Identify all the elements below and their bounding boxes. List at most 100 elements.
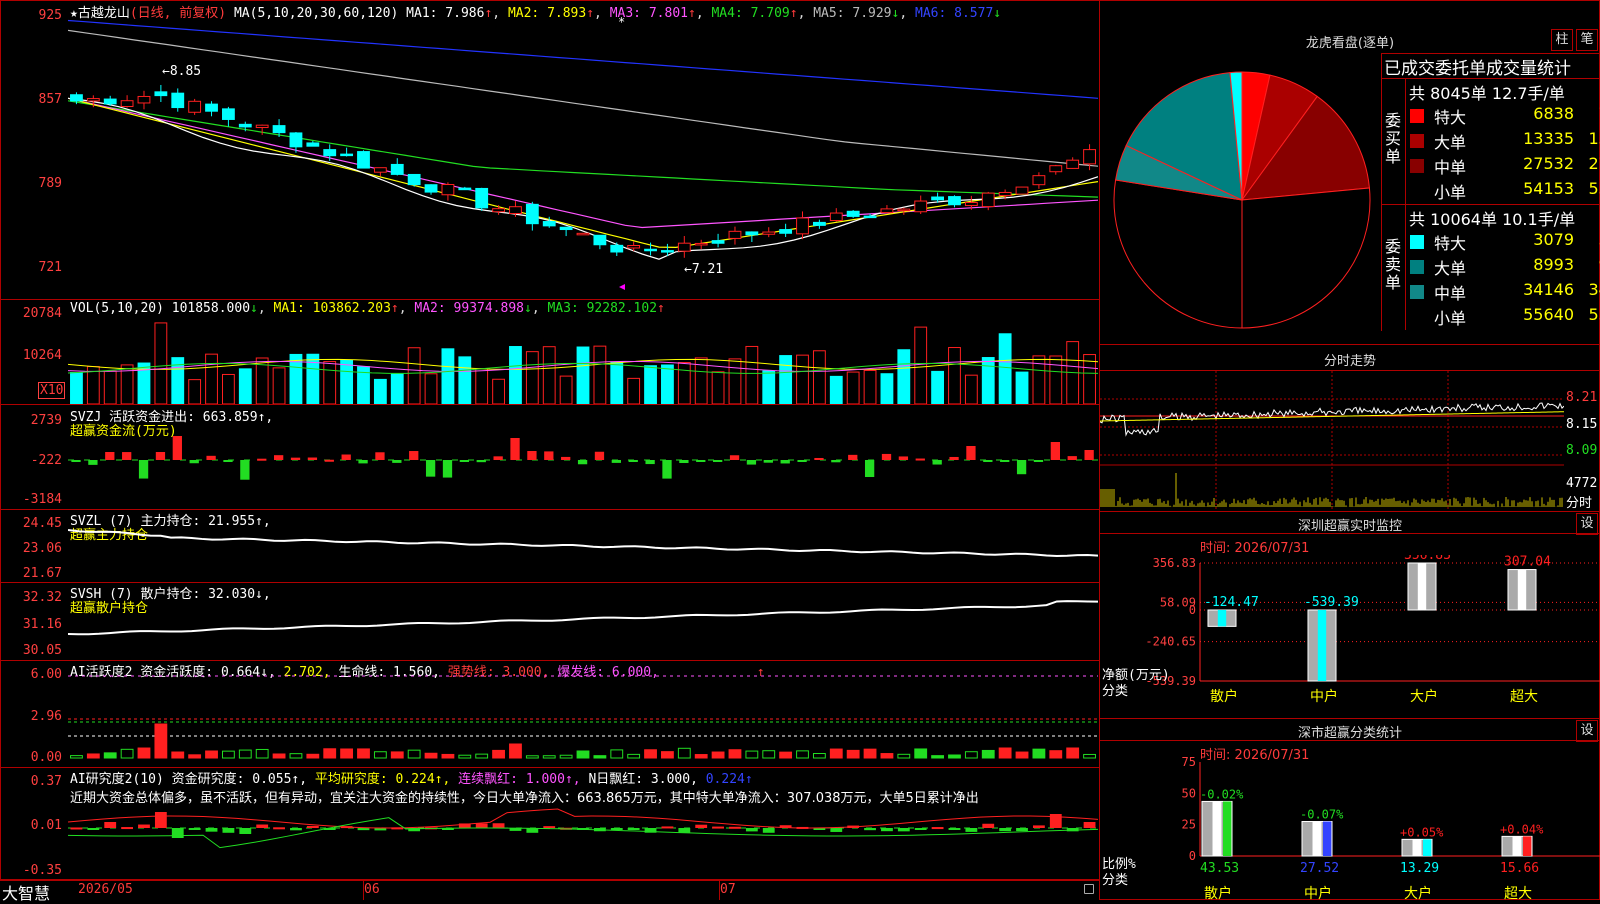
ai-research-header: AI研究度2(10) 资金研究度: 0.055↑, 平均研究度: 0.224↑,… [70, 768, 753, 787]
research-bar [965, 828, 978, 832]
volume-bar [222, 373, 235, 404]
bar-mode-button[interactable]: 柱 [1551, 29, 1573, 51]
row-pct: 9% [1578, 255, 1600, 274]
volume-bar [931, 370, 944, 404]
flow-bar [1084, 450, 1094, 460]
candle-body [70, 94, 83, 102]
date-label: 06 [364, 882, 380, 897]
sz-monitor-settings-button[interactable]: 设 [1576, 513, 1598, 535]
flow-bar [493, 456, 503, 460]
row-pct: 7% [1578, 104, 1600, 123]
flow-bar [729, 455, 740, 460]
sz-monitor-y-tick: 0 [1189, 603, 1196, 617]
candle-body [610, 244, 624, 253]
sz-monitor-bar [1307, 609, 1337, 682]
activity-bar [154, 723, 168, 759]
activity-bar [323, 748, 337, 759]
activity-bar [559, 754, 573, 759]
vol-arrow: ↓ [250, 301, 258, 316]
sz-class-y-tick: 0 [1189, 849, 1196, 863]
research-bar [171, 828, 184, 838]
activity-bar [424, 752, 438, 759]
candle-body [728, 230, 742, 239]
svzl-y-tick: 24.45 [22, 516, 62, 531]
activity-bar [1015, 751, 1029, 759]
activity-bar [644, 749, 657, 759]
candle-body [323, 149, 337, 157]
svzj-chart[interactable] [68, 436, 1098, 508]
svzl-line [68, 529, 1098, 557]
sz-class-change-label: -0.07% [1300, 808, 1344, 822]
row-name: 特大 [1434, 108, 1467, 127]
sz-class-bar [1301, 821, 1333, 857]
candle-body [981, 192, 995, 208]
sz-class-y-tick: 75 [1182, 756, 1196, 769]
sz-class-bar [1501, 835, 1533, 857]
vol-y-tick: 20784 [22, 306, 62, 321]
activity-bar [1083, 753, 1096, 759]
activity-bar [238, 749, 252, 759]
sz-class-bar [1401, 838, 1433, 857]
candle-body [627, 245, 641, 249]
volume-bar [475, 367, 489, 404]
date-label: 2026/05 [78, 882, 133, 897]
pen-mode-button[interactable]: 笔 [1576, 29, 1598, 51]
activity-bar [576, 750, 590, 759]
research-bar [104, 822, 117, 828]
candle-body [897, 208, 911, 212]
research-bar [154, 812, 167, 828]
svzl-chart[interactable] [68, 524, 1098, 582]
candle-body [458, 187, 472, 191]
stats-title: 已成交委托单成交量统计 [1384, 59, 1571, 79]
candle-body [86, 98, 100, 102]
buy-row: 中单 27532 27% [1410, 154, 1600, 178]
research-bar [914, 828, 927, 830]
sz-monitor-value-label: -539.39 [1304, 595, 1359, 610]
sz-class-category: 大户 [1404, 885, 1432, 900]
sz-class-chart[interactable]: 75 50 25 0 -0.02% 43.53 散户 -0.07% 27.52 中户 +0.05% 1… [1100, 756, 1600, 900]
activity-bar [509, 743, 522, 759]
pie-slice [1241, 187, 1371, 329]
research-bar [661, 826, 674, 829]
vol-header: VOL(5,10,20) 101858.000↓, MA1: 103862.20… [70, 301, 665, 316]
activity-bar [255, 748, 269, 759]
activity-bar [948, 754, 961, 759]
svsh-chart[interactable] [68, 596, 1098, 660]
ai-research-avg: 平均研究度: 0.224↑, [314, 772, 451, 787]
color-swatch [1410, 310, 1426, 326]
bar-accent [1223, 801, 1232, 856]
flow-bar [561, 456, 571, 460]
research-bar [729, 826, 741, 829]
row-name: 大单 [1434, 133, 1467, 152]
activity-bar [863, 748, 877, 759]
ai-active-chart[interactable] [68, 672, 1098, 766]
sz-class-change-label: -0.02% [1200, 787, 1244, 801]
longhu-pie-chart[interactable] [1104, 56, 1380, 340]
activity-bar [964, 751, 978, 759]
candle-body [272, 125, 286, 134]
intraday-chart[interactable] [1100, 371, 1564, 509]
activity-bar [981, 749, 995, 759]
svsh-y-tick: 32.32 [22, 590, 62, 605]
main-y-tick: 789 [38, 176, 62, 191]
volume-bar [525, 351, 539, 404]
sz-monitor-chart[interactable]: 356.8358.090-240.65-539.39-124.47散户-539.… [1100, 555, 1600, 717]
activity-bar [120, 748, 134, 759]
lock-icon[interactable] [1084, 884, 1094, 894]
candle-body [289, 132, 303, 148]
sz-class-xlabel: 分类 [1102, 873, 1128, 888]
candle-body [424, 184, 438, 193]
volume-bar [1015, 371, 1029, 404]
research-bar [762, 828, 775, 833]
sz-class-settings-button[interactable]: 设 [1576, 720, 1598, 742]
ai-research-chart[interactable] [68, 790, 1098, 878]
activity-bar [86, 753, 100, 759]
activity-bar [441, 753, 455, 759]
kline-chart[interactable]: * [68, 14, 1098, 298]
volume-chart[interactable] [68, 316, 1098, 404]
vol-title: VOL(5,10,20) [70, 301, 164, 316]
candle-body [542, 221, 556, 227]
volume-bar [863, 369, 877, 404]
flow-bar [594, 451, 605, 460]
volume-bar [661, 364, 674, 404]
